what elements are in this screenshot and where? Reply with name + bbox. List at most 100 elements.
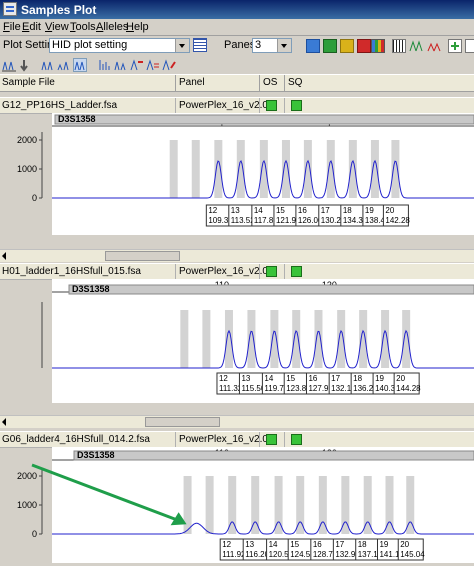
allele-number: 12 — [208, 206, 217, 215]
allele-label[interactable]: 13113.52 — [228, 204, 255, 227]
zoom-in-peaks-icon[interactable] — [41, 58, 55, 72]
panel-name: PowerPlex_16_v2.0 — [179, 266, 268, 277]
plot-setting-select[interactable]: HID plot setting — [49, 38, 190, 53]
allele-label[interactable]: 12111.92 — [219, 538, 246, 561]
os-status-icon — [266, 100, 277, 111]
allele-size: 145.04 — [400, 550, 425, 559]
allele-bin — [191, 140, 200, 198]
allele-bin — [337, 310, 346, 368]
marker-name: D3S1358 — [72, 284, 110, 294]
allele-number: 13 — [231, 206, 240, 215]
allele-bin — [214, 140, 223, 198]
marker-pointer-icon[interactable] — [17, 58, 31, 72]
y-axis-label: 0 — [32, 529, 37, 539]
col-panel[interactable]: Panel — [179, 77, 205, 88]
col-sq[interactable]: SQ — [288, 77, 302, 88]
menu-alleles[interactable]: Alleles — [96, 21, 128, 33]
sq-status-icon — [291, 434, 302, 445]
allele-size: 111.92 — [222, 550, 246, 559]
y-axis-label: 1000 — [17, 164, 37, 174]
marker-name: D3S1358 — [58, 114, 96, 124]
edit-allele-icon[interactable] — [162, 58, 176, 72]
y-axis-label: 2000 — [17, 135, 37, 145]
sample-row[interactable]: G12_PP16HS_Ladder.fsa PowerPlex_16_v2.0 — [0, 97, 474, 114]
electropherogram-plot[interactable]: 110130D3S135820001000012109.3413113.5214… — [0, 113, 474, 249]
menu-view[interactable]: View — [45, 21, 69, 33]
allele-table-icon[interactable] — [448, 39, 462, 53]
allele-number: 15 — [290, 540, 299, 549]
col-sample-file[interactable]: Sample File — [2, 77, 55, 88]
marker-bar[interactable] — [73, 450, 474, 461]
panes-select[interactable]: 3 — [252, 38, 292, 53]
sample-row[interactable]: G06_ladder4_16HSfull_014.2.fsa PowerPlex… — [0, 431, 474, 448]
menu-edit[interactable]: Edit — [22, 21, 41, 33]
label-peaks-icon[interactable] — [130, 58, 144, 72]
allele-label[interactable]: 20144.28 — [393, 372, 421, 395]
app-icon — [3, 2, 17, 16]
allele-bin — [183, 476, 192, 534]
allele-bin — [402, 310, 411, 368]
allele-bin — [326, 140, 335, 198]
allele-bin — [359, 310, 368, 368]
allele-number: 18 — [343, 206, 352, 215]
bin-view-icon[interactable] — [98, 58, 112, 72]
electropherogram-plot[interactable]: 110130D3S135812111.3213115.5014119.77151… — [0, 279, 474, 415]
sample-file-name: H01_ladder1_16HSfull_015.fsa — [2, 266, 141, 277]
scroll-thumb[interactable] — [145, 417, 220, 427]
col-os[interactable]: OS — [263, 77, 277, 88]
os-status-icon — [266, 434, 277, 445]
allele-bin — [205, 476, 214, 534]
red-dye-icon[interactable] — [357, 39, 371, 53]
menu-bar: File Edit View Tools Alleles Help — [0, 19, 474, 36]
allele-size: 144.28 — [396, 384, 421, 393]
y-axis-label: 2000 — [17, 471, 37, 481]
marker-bar[interactable] — [68, 284, 474, 295]
allele-bin — [236, 140, 245, 198]
green-dye-icon[interactable] — [323, 39, 337, 53]
y-axis-label: 0 — [32, 193, 37, 203]
sizing-table-icon[interactable] — [392, 39, 406, 53]
sample-row[interactable]: H01_ladder1_16HSfull_015.fsa PowerPlex_1… — [0, 263, 474, 280]
allele-bin — [303, 140, 312, 198]
electropherogram-svg[interactable]: 110130D3S135820001000012111.9213116.2014… — [0, 447, 474, 566]
full-view-icon[interactable] — [73, 58, 87, 72]
allele-label[interactable]: 20142.28 — [382, 204, 410, 227]
allele-label[interactable]: 13116.20 — [242, 538, 270, 561]
menu-file[interactable]: File — [3, 21, 21, 33]
allele-size: 142.28 — [385, 216, 410, 225]
menu-tools[interactable]: Tools — [70, 21, 96, 33]
allele-number: 17 — [321, 206, 330, 215]
settings-icon[interactable] — [465, 39, 474, 53]
allele-number: 14 — [254, 206, 263, 215]
align-peaks-icon[interactable] — [2, 58, 16, 72]
allele-bin — [270, 310, 279, 368]
allele-label[interactable]: 20145.04 — [397, 538, 425, 561]
marker-bar[interactable] — [54, 114, 474, 125]
allele-bin — [292, 310, 301, 368]
horizontal-scrollbar[interactable] — [0, 415, 474, 428]
sq-status-icon — [291, 100, 302, 111]
electropherogram-svg[interactable]: 110130D3S135820001000012109.3413113.5214… — [0, 113, 474, 249]
allele-number: 17 — [331, 374, 340, 383]
allele-number: 16 — [308, 374, 317, 383]
scroll-left-icon[interactable] — [2, 418, 6, 426]
menu-help[interactable]: Help — [126, 21, 149, 33]
scroll-left-icon[interactable] — [2, 252, 6, 260]
blue-dye-icon[interactable] — [306, 39, 320, 53]
horizontal-scrollbar[interactable] — [0, 249, 474, 262]
electropherogram-svg[interactable]: 110130D3S135812111.3213115.5014119.77151… — [0, 279, 474, 415]
allele-label[interactable]: 12111.32 — [216, 372, 243, 395]
electropherogram-plot[interactable]: 110130D3S135820001000012111.9213116.2014… — [0, 447, 474, 566]
peak-view-icon[interactable] — [114, 58, 128, 72]
all-dyes-icon[interactable] — [371, 39, 385, 53]
scroll-thumb[interactable] — [105, 251, 180, 261]
zoom-out-peaks-icon[interactable] — [57, 58, 71, 72]
sample-file-name: G06_ladder4_16HSfull_014.2.fsa — [2, 434, 150, 445]
peak-label-icon[interactable] — [427, 39, 441, 53]
overlay-peaks-icon[interactable] — [409, 39, 423, 53]
yellow-dye-icon[interactable] — [340, 39, 354, 53]
allele-bin — [224, 310, 233, 368]
allele-number: 16 — [298, 206, 307, 215]
delete-peak-icon[interactable] — [146, 58, 160, 72]
plot-settings-editor-icon[interactable] — [193, 38, 207, 52]
